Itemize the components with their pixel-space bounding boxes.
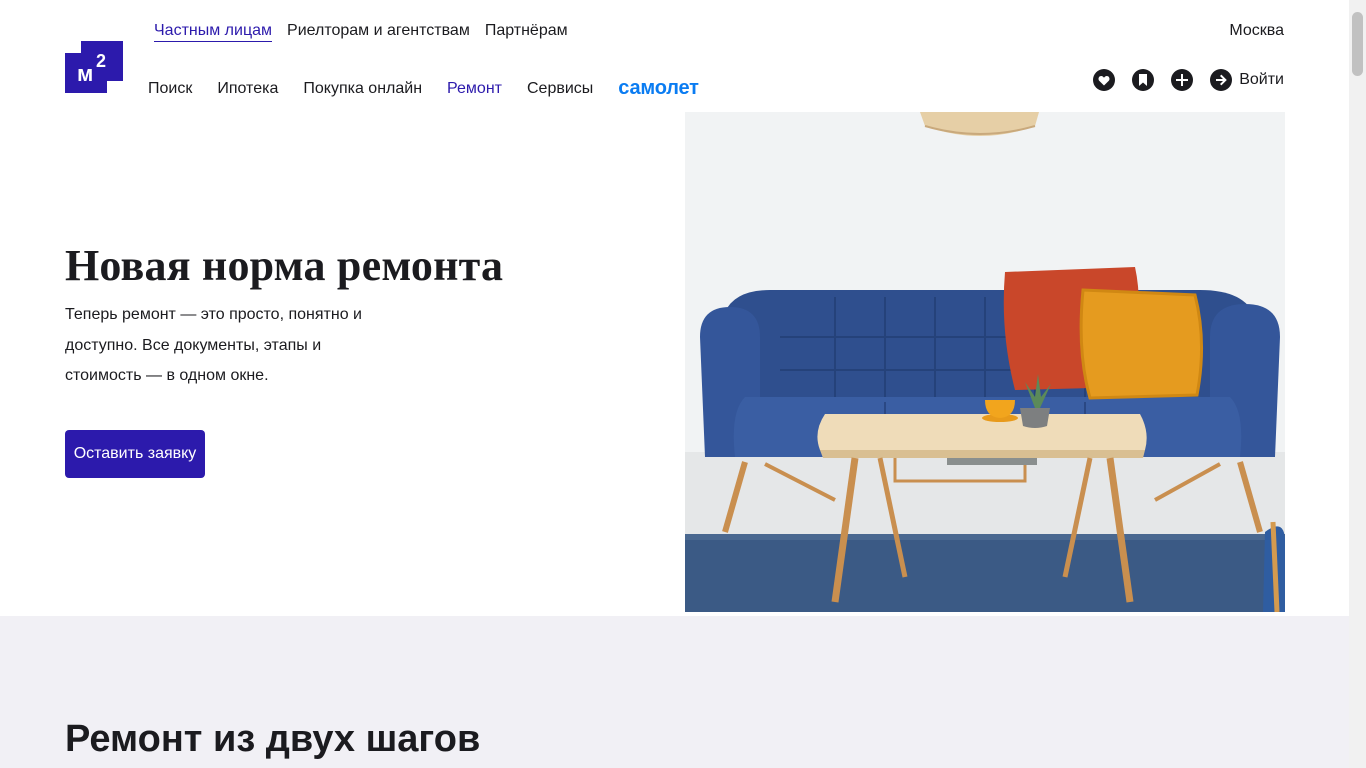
login-label: Войти (1239, 71, 1284, 88)
nav-services[interactable]: Сервисы (527, 79, 593, 99)
scrollbar-thumb[interactable] (1352, 12, 1363, 76)
steps-section-title: Ремонт из двух шагов (65, 718, 481, 760)
tab-realtors[interactable]: Риелторам и агентствам (287, 21, 470, 42)
logo-letter: м (77, 61, 93, 86)
steps-section: Ремонт из двух шагов (0, 616, 1349, 768)
nav-buy-online[interactable]: Покупка онлайн (303, 79, 422, 99)
audience-nav: Частным лицам Риелторам и агентствам Пар… (154, 21, 568, 42)
tab-partners[interactable]: Партнёрам (485, 21, 568, 42)
tab-private-persons[interactable]: Частным лицам (154, 21, 273, 42)
logo-superscript: 2 (96, 51, 106, 71)
login-arrow-icon (1210, 69, 1233, 91)
submit-request-button[interactable]: Оставить заявку (65, 430, 205, 478)
plus-icon[interactable] (1171, 69, 1194, 91)
samolet-brand-link[interactable]: самолет (618, 77, 699, 100)
nav-renovation[interactable]: Ремонт (447, 79, 502, 99)
hero-image-sofa (685, 112, 1285, 612)
login-button[interactable]: Войти (1210, 69, 1284, 91)
nav-mortgage[interactable]: Ипотека (217, 79, 278, 99)
hero-title: Новая норма ремонта (65, 241, 504, 290)
m2-logo[interactable]: м 2 (65, 41, 123, 93)
main-nav: Поиск Ипотека Покупка онлайн Ремонт Серв… (148, 77, 699, 100)
header-actions: Войти (1093, 69, 1284, 91)
heart-icon[interactable] (1093, 69, 1116, 91)
hero-description: Теперь ремонт — это просто, понятно и до… (65, 306, 362, 384)
bookmark-icon[interactable] (1132, 69, 1155, 91)
nav-search[interactable]: Поиск (148, 79, 192, 99)
city-selector[interactable]: Москва (1229, 22, 1284, 40)
page-scrollbar[interactable] (1349, 0, 1366, 768)
